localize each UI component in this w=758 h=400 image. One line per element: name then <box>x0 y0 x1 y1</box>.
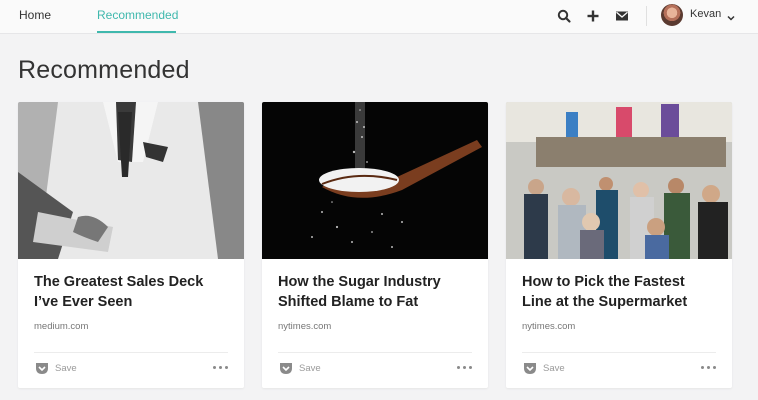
article-domain: medium.com <box>34 321 89 332</box>
article-domain: nytimes.com <box>278 321 332 332</box>
article-title[interactable]: How the Sugar Industry Shifted Blame to … <box>278 272 478 312</box>
article-thumbnail[interactable] <box>506 102 732 259</box>
avatar[interactable] <box>661 4 683 26</box>
nav-home-link[interactable]: Home <box>19 8 51 22</box>
save-icon[interactable] <box>279 362 293 375</box>
save-button[interactable]: Save <box>299 363 321 374</box>
article-title-line: Line at the Supermarket <box>522 294 688 310</box>
article-thumbnail[interactable] <box>18 102 244 259</box>
card-divider <box>522 352 716 353</box>
mail-icon[interactable] <box>614 8 630 24</box>
article-title-line: How to Pick the Fastest <box>522 274 685 290</box>
plus-icon[interactable] <box>585 8 601 24</box>
more-options-icon[interactable] <box>456 363 474 373</box>
save-button[interactable]: Save <box>55 363 77 374</box>
article-thumbnail[interactable] <box>262 102 488 259</box>
article-title-line: How the Sugar Industry <box>278 274 441 290</box>
page-title: Recommended <box>18 56 190 84</box>
article-title[interactable]: The Greatest Sales Deck I’ve Ever Seen <box>34 272 234 312</box>
card-divider <box>34 352 228 353</box>
save-button[interactable]: Save <box>543 363 565 374</box>
save-icon[interactable] <box>523 362 537 375</box>
nav-recommended-link[interactable]: Recommended <box>97 8 178 22</box>
more-options-icon[interactable] <box>700 363 718 373</box>
save-icon[interactable] <box>35 362 49 375</box>
article-title-line: Shifted Blame to Fat <box>278 294 419 310</box>
article-card[interactable]: How to Pick the Fastest Line at the Supe… <box>506 102 732 388</box>
active-tab-indicator <box>97 31 176 33</box>
chevron-down-icon[interactable] <box>726 10 736 21</box>
article-domain: nytimes.com <box>522 321 576 332</box>
nav-separator <box>646 6 647 26</box>
more-options-icon[interactable] <box>212 363 230 373</box>
article-title-line: The Greatest Sales Deck <box>34 274 204 290</box>
user-name[interactable]: Kevan <box>690 8 721 20</box>
search-icon[interactable] <box>556 8 572 24</box>
article-title[interactable]: How to Pick the Fastest Line at the Supe… <box>522 272 722 312</box>
article-card[interactable]: The Greatest Sales Deck I’ve Ever Seen m… <box>18 102 244 388</box>
article-card[interactable]: How the Sugar Industry Shifted Blame to … <box>262 102 488 388</box>
article-title-line: I’ve Ever Seen <box>34 294 133 310</box>
top-nav-bar: Home Recommended Kevan <box>0 0 758 34</box>
card-divider <box>278 352 472 353</box>
